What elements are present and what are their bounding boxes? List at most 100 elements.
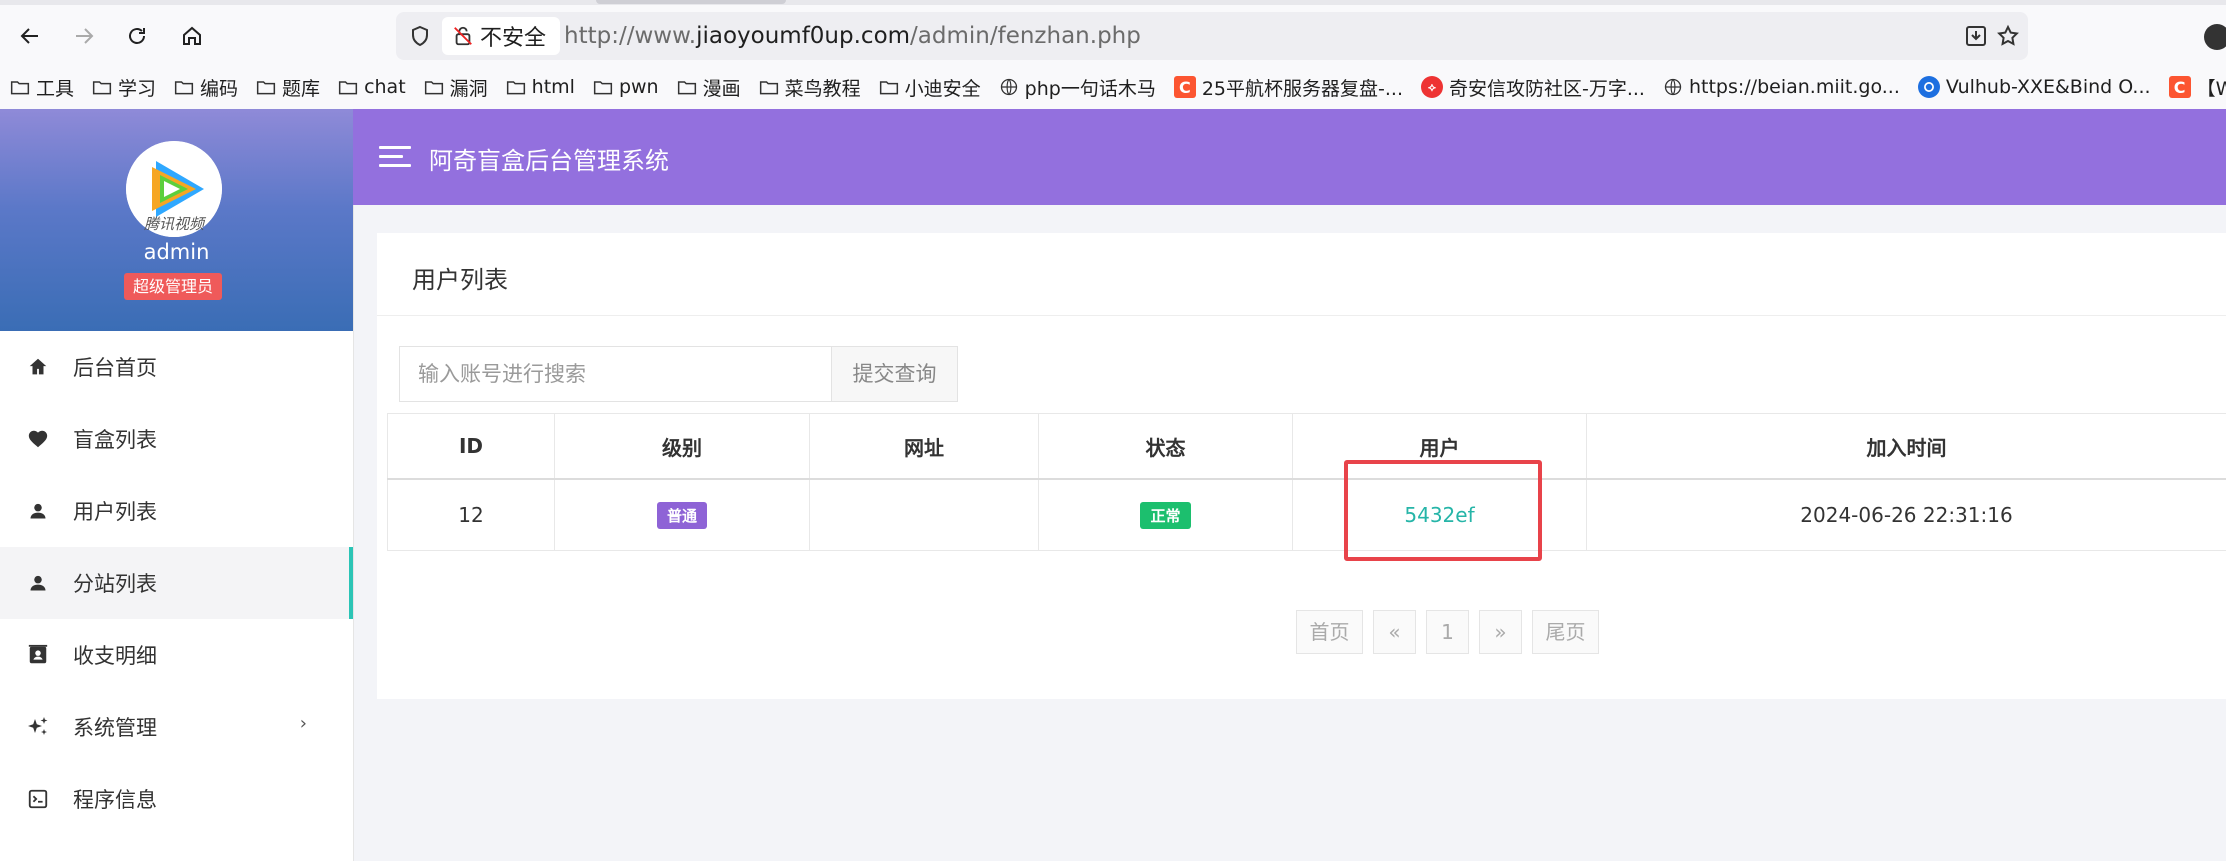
- bookmarks-bar: 工具 学习 编码 题库 chat 漏洞 html pwn 漫画 菜鸟教程 小迪安全 php一句话木马 C…: [10, 70, 2226, 104]
- url-text[interactable]: http://www.jiaoyoumf0up.com/admin/fenzha…: [564, 23, 1141, 49]
- folder-icon: [10, 78, 30, 96]
- bookmark-item[interactable]: html: [506, 76, 575, 98]
- reload-button[interactable]: [117, 16, 157, 56]
- sidebar-item-blindbox-list[interactable]: 盲盒列表: [0, 403, 353, 475]
- bookmark-item[interactable]: pwn: [593, 76, 659, 98]
- chevron-right-icon: ›: [299, 713, 307, 734]
- admin-username: admin: [143, 240, 210, 264]
- pagination-first[interactable]: 首页: [1296, 610, 1363, 654]
- bookmark-label: 奇安信攻防社区-万字...: [1448, 77, 1645, 100]
- role-badge: 超级管理员: [124, 273, 223, 300]
- bookmark-item[interactable]: chat: [338, 76, 406, 98]
- search-submit-button[interactable]: 提交查询: [831, 346, 958, 402]
- bookmark-label: 编码: [200, 77, 239, 100]
- bookmark-label: 25平航杯服务器复盘-...: [1201, 77, 1403, 100]
- folder-icon: [256, 78, 276, 96]
- pagination-prev[interactable]: «: [1373, 610, 1416, 654]
- home-button[interactable]: [172, 16, 212, 56]
- bookmark-item[interactable]: 菜鸟教程: [759, 74, 861, 101]
- bookmark-item[interactable]: https://beian.miit.go...: [1663, 76, 1900, 98]
- sidebar-item-income-expense[interactable]: 收支明细: [0, 619, 353, 691]
- menu-toggle-icon[interactable]: [379, 146, 411, 168]
- bookmark-label: 小迪安全: [904, 77, 981, 100]
- insecure-label: 不安全: [480, 26, 547, 51]
- folder-icon: [879, 78, 899, 96]
- connection-insecure-chip[interactable]: 不安全: [442, 17, 561, 55]
- bookmark-item[interactable]: C 25平航杯服务器复盘-...: [1173, 74, 1403, 101]
- pagination-last[interactable]: 尾页: [1532, 610, 1599, 654]
- home-icon: [183, 26, 201, 45]
- column-header-url[interactable]: 网址: [809, 413, 1039, 480]
- folder-icon: [677, 78, 697, 96]
- divider: [377, 315, 2226, 316]
- contact-card-icon: [26, 643, 50, 667]
- sidebar-item-label: 后台首页: [73, 356, 157, 380]
- back-button[interactable]: [10, 16, 50, 56]
- folder-icon: [338, 78, 358, 96]
- column-header-level[interactable]: 级别: [554, 413, 810, 480]
- qianxin-favicon: ⟡: [1420, 76, 1443, 98]
- bookmark-label: 菜鸟教程: [784, 77, 861, 100]
- browser-chrome: 不安全 http://www.jiaoyoumf0up.com/admin/fe…: [0, 0, 2226, 110]
- status-badge: 正常: [1140, 501, 1191, 529]
- arrow-right-icon: [76, 28, 94, 44]
- bookmark-label: 漏洞: [449, 77, 488, 100]
- card-title: 用户列表: [412, 266, 508, 294]
- bookmark-item[interactable]: C【Web: [2168, 74, 2226, 101]
- bookmark-item[interactable]: 编码: [174, 74, 238, 101]
- pagination-page[interactable]: 1: [1426, 610, 1469, 654]
- bookmark-item[interactable]: 漏洞: [424, 74, 488, 101]
- url-host: jiaoyoumf0up.com: [696, 23, 911, 49]
- bookmark-item[interactable]: ⟡ 奇安信攻防社区-万字...: [1420, 74, 1645, 101]
- csdn-favicon: C: [2168, 76, 2191, 98]
- active-tab-indicator: [596, 0, 786, 4]
- column-header-joined[interactable]: 加入时间: [1586, 413, 2226, 480]
- sidebar-item-user-list[interactable]: 用户列表: [0, 475, 353, 547]
- substation-table: ID 级别 网址 状态 用户 加入时间 12 普通 正常 5432ef 2024…: [387, 413, 2226, 551]
- bookmark-label: html: [531, 76, 575, 98]
- forward-button[interactable]: [64, 16, 104, 56]
- sidebar-item-label: 收支明细: [73, 644, 157, 668]
- download-icon[interactable]: [1964, 24, 1988, 48]
- bookmark-item[interactable]: 学习: [92, 74, 156, 101]
- pagination: 首页 « 1 » 尾页: [1296, 610, 1599, 654]
- sidebar-item-label: 分站列表: [73, 572, 157, 596]
- folder-icon: [424, 78, 444, 96]
- sidebar-menu: 后台首页 盲盒列表 用户列表 分站列表 收支明细 系统管理 › 程序信息: [0, 331, 353, 835]
- sidebar: 腾讯视频 admin 超级管理员 后台首页 盲盒列表 用户列表 分站列表 收支明…: [0, 109, 354, 861]
- pagination-next[interactable]: »: [1479, 610, 1522, 654]
- home-icon: [26, 355, 50, 379]
- table-row: 12 普通 正常 5432ef 2024-06-26 22:31:16: [387, 478, 2226, 551]
- bookmark-item[interactable]: 工具: [10, 74, 74, 101]
- bookmark-label: 【Web: [2196, 77, 2226, 100]
- bookmark-item[interactable]: 题库: [256, 74, 320, 101]
- sidebar-item-substation-list[interactable]: 分站列表: [0, 547, 353, 619]
- avatar-caption: 腾讯视频: [143, 215, 204, 233]
- bookmark-item[interactable]: Vulhub-XXE&Bind O...: [1917, 76, 2151, 98]
- sidebar-item-program-info[interactable]: 程序信息: [0, 763, 353, 835]
- sidebar-item-dashboard[interactable]: 后台首页: [0, 331, 353, 403]
- profile-avatar[interactable]: [2204, 24, 2226, 50]
- cell-id: 12: [387, 478, 555, 551]
- sidebar-item-system-management[interactable]: 系统管理 ›: [0, 691, 353, 763]
- globe-icon: [1663, 77, 1683, 97]
- bookmark-item[interactable]: 小迪安全: [879, 74, 981, 101]
- substation-list-card: 用户列表 输入账号进行搜索 提交查询 ID 级别 网址 状态 用户 加入时间 1…: [377, 233, 2226, 699]
- app-header: 阿奇盲盒后台管理系统: [353, 109, 2226, 205]
- reload-icon: [129, 28, 145, 44]
- bookmark-item[interactable]: php一句话木马: [999, 74, 1156, 101]
- sidebar-item-label: 程序信息: [73, 788, 157, 812]
- bookmark-label: Vulhub-XXE&Bind O...: [1945, 76, 2151, 98]
- cell-status: 正常: [1038, 478, 1293, 551]
- bookmark-label: pwn: [618, 76, 659, 98]
- column-header-status[interactable]: 状态: [1038, 413, 1293, 480]
- shield-icon[interactable]: [408, 24, 432, 48]
- csdn-favicon: C: [1173, 76, 1196, 98]
- bookmark-star-icon[interactable]: [1996, 24, 2020, 48]
- address-bar[interactable]: 不安全 http://www.jiaoyoumf0up.com/admin/fe…: [396, 12, 2028, 60]
- bookmark-label: 学习: [118, 77, 157, 100]
- app-title: 阿奇盲盒后台管理系统: [429, 147, 669, 175]
- bookmark-item[interactable]: 漫画: [677, 74, 741, 101]
- search-input[interactable]: 输入账号进行搜索: [399, 346, 831, 402]
- column-header-id[interactable]: ID: [387, 413, 555, 480]
